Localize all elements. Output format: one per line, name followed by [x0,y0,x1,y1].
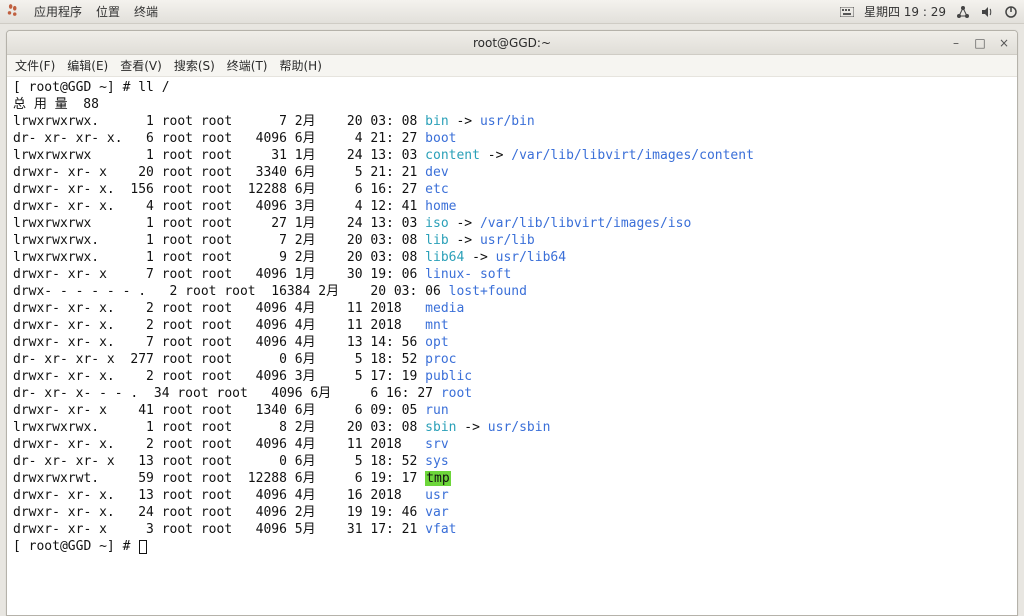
clock-text[interactable]: 星期四 19 : 29 [864,3,946,20]
window-maximize-button[interactable]: □ [973,36,987,50]
volume-icon[interactable] [980,5,994,19]
menu-help[interactable]: 帮助(H) [280,57,322,74]
menu-places[interactable]: 位置 [96,3,120,20]
terminal-menubar: 文件(F) 编辑(E) 查看(V) 搜索(S) 终端(T) 帮助(H) [7,55,1017,77]
terminal-window: root@GGD:~ – □ × 文件(F) 编辑(E) 查看(V) 搜索(S)… [6,30,1018,616]
menu-search[interactable]: 搜索(S) [174,57,215,74]
system-top-panel: 应用程序 位置 终端 星期四 19 : 29 [0,0,1024,24]
cursor [139,540,147,554]
window-title: root@GGD:~ [473,36,551,50]
menu-view[interactable]: 查看(V) [120,57,162,74]
menu-file[interactable]: 文件(F) [15,57,55,74]
power-icon[interactable] [1004,5,1018,19]
terminal-body[interactable]: [ root@GGD ~] # ll / 总 用 量 88 lrwxrwxrwx… [7,77,1017,615]
menu-terminal[interactable]: 终端(T) [227,57,268,74]
window-close-button[interactable]: × [997,36,1011,50]
keyboard-icon[interactable] [840,5,854,19]
window-titlebar[interactable]: root@GGD:~ – □ × [7,31,1017,55]
network-icon[interactable] [956,5,970,19]
menu-terminal[interactable]: 终端 [134,3,158,20]
menu-applications[interactable]: 应用程序 [34,3,82,20]
window-minimize-button[interactable]: – [949,36,963,50]
foot-icon [6,3,20,20]
menu-edit[interactable]: 编辑(E) [67,57,108,74]
